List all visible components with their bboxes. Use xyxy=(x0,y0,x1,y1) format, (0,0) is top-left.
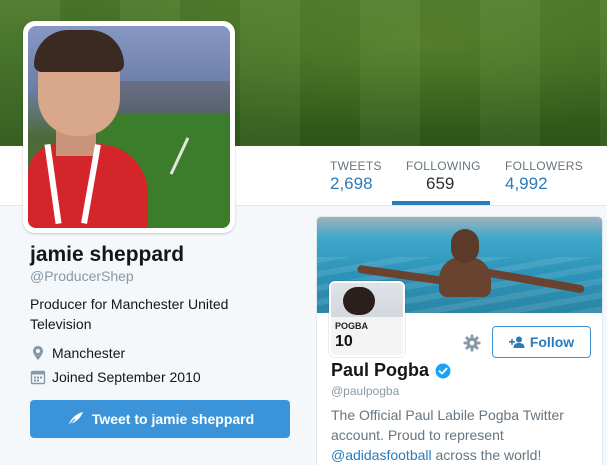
tweet-to-button[interactable]: Tweet to jamie sheppard xyxy=(30,400,290,438)
profile-joined: Joined September 2010 xyxy=(30,367,201,387)
profile-location-text: Manchester xyxy=(52,345,126,361)
nav-tweets-label: TWEETS xyxy=(330,159,382,173)
card-avatar-head xyxy=(343,287,375,315)
profile-joined-text: Joined September 2010 xyxy=(52,369,201,385)
user-card-name: Paul Pogba xyxy=(331,360,430,380)
profile-location: Manchester xyxy=(30,343,125,363)
follow-button[interactable]: Follow xyxy=(492,326,591,358)
profile-bio: Producer for Manchester United Televisio… xyxy=(30,296,229,332)
banner-head xyxy=(451,229,479,263)
add-user-icon xyxy=(508,336,525,348)
nav-followers-count: 4,992 xyxy=(505,174,548,193)
nav-followers-label: FOLLOWERS xyxy=(505,159,584,173)
user-card-avatar[interactable]: POGBA 10 xyxy=(329,281,405,357)
active-tab-underline xyxy=(392,201,490,205)
nav-tweets-count: 2,698 xyxy=(330,174,373,193)
profile-avatar-image xyxy=(28,26,230,228)
card-avatar-shirt-text: POGBA xyxy=(335,321,369,331)
user-card-name-row[interactable]: Paul Pogba xyxy=(331,360,451,381)
nav-tweets[interactable]: TWEETS 2,698 xyxy=(330,146,392,206)
nav-following[interactable]: FOLLOWING 659 xyxy=(406,146,490,206)
calendar-icon xyxy=(30,370,46,385)
user-card-bio-text: The Official Paul Labile Pogba Twitter a… xyxy=(331,407,564,443)
follow-button-label: Follow xyxy=(529,334,575,350)
profile-handle[interactable]: @ProducerShep xyxy=(30,268,134,284)
profile-name[interactable]: jamie sheppard xyxy=(30,243,184,267)
user-card-handle[interactable]: @paulpogba xyxy=(331,384,399,398)
bio-mention-link[interactable]: @adidasfootball xyxy=(331,447,432,463)
profile-avatar[interactable] xyxy=(23,21,235,233)
banner-torso xyxy=(439,257,491,297)
location-pin-icon xyxy=(33,346,43,360)
gear-icon[interactable] xyxy=(462,333,482,353)
nav-following-label: FOLLOWING xyxy=(406,159,481,173)
tweet-to-label: Tweet to jamie sheppard xyxy=(91,411,255,427)
user-card-bio-text-end: across the world! xyxy=(431,447,542,463)
nav-followers[interactable]: FOLLOWERS 4,992 xyxy=(505,146,595,206)
card-avatar-shirt-number: 10 xyxy=(335,333,353,350)
feather-icon xyxy=(67,412,83,427)
avatar-hair xyxy=(34,30,124,72)
user-card-bio: The Official Paul Labile Pogba Twitter a… xyxy=(331,405,593,465)
verified-badge-icon xyxy=(435,363,451,378)
user-card[interactable]: POGBA 10 Follow Paul Pogba @paulpogba Th… xyxy=(316,216,603,465)
user-card-avatar-image: POGBA 10 xyxy=(331,283,403,355)
nav-following-count: 659 xyxy=(426,174,455,193)
